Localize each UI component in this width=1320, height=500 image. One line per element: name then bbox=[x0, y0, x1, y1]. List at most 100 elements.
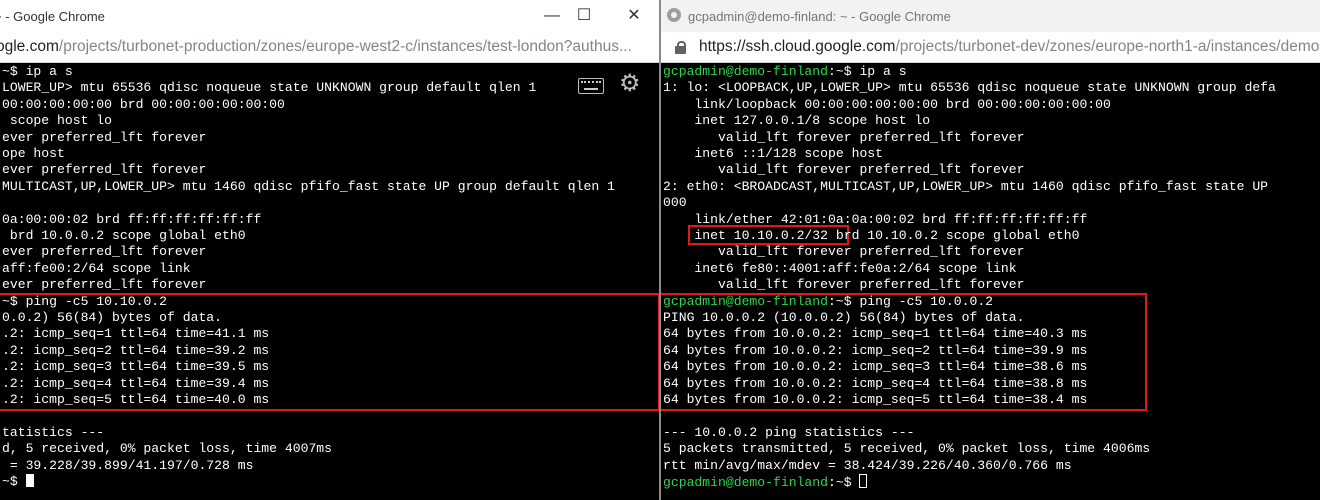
terminal-line-text: 64 bytes from 10.0.0.2: icmp_seq=5 ttl=6… bbox=[663, 392, 1088, 407]
terminal-line: ~$ ping -c5 10.10.0.2 bbox=[2, 294, 167, 310]
terminal-cursor bbox=[25, 474, 34, 487]
terminal-line-text: 64 bytes from 10.0.0.2: icmp_seq=2 ttl=6… bbox=[663, 342, 1088, 358]
terminal-line: .2: icmp_seq=3 ttl=64 time=39.5 ms bbox=[2, 359, 269, 375]
terminal-line: brd 10.0.0.2 scope global eth0 bbox=[2, 228, 246, 244]
terminal-line: ~$ ip a s bbox=[2, 64, 73, 80]
terminal-line: MULTICAST,UP,LOWER_UP> mtu 1460 qdisc pf… bbox=[2, 179, 615, 195]
left-url-path: /projects/turbonet-production/zones/euro… bbox=[58, 38, 632, 55]
terminal-line-text: ping -c5 10.0.0.2 bbox=[851, 293, 994, 309]
terminal-line: 64 bytes from 10.0.0.2: icmp_seq=5 ttl=6… bbox=[663, 392, 1087, 408]
terminal-line: 64 bytes from 10.0.0.2: icmp_seq=4 ttl=6… bbox=[663, 376, 1087, 392]
terminal-line-text: 64 bytes from 10.0.0.2: icmp_seq=1 ttl=6… bbox=[663, 326, 1088, 342]
right-url-path: /projects/turbonet-dev/zones/europe-nort… bbox=[895, 38, 1320, 55]
terminal-line: 00:00:00:00:00 brd 00:00:00:00:00:00 bbox=[2, 97, 285, 113]
close-button[interactable]: ✕ bbox=[621, 6, 647, 26]
terminal-line: = 39.228/39.899/41.197/0.728 ms bbox=[2, 457, 254, 474]
terminal-line-text: valid_lft forever preferred_lft forever bbox=[663, 129, 1025, 145]
terminal-line: .2: icmp_seq=5 ttl=64 time=40.0 ms bbox=[2, 392, 269, 408]
terminal-line: tatistics --- bbox=[2, 425, 104, 441]
terminal-line-text: .2: icmp_seq=1 ttl=64 time=41.1 ms bbox=[2, 326, 270, 342]
terminal-line-text: inet6 fe80::4001:aff:fe0a:2/64 scope lin… bbox=[663, 260, 1017, 276]
terminal-line-text: LOWER_UP> mtu 65536 qdisc noqueue state … bbox=[2, 80, 537, 96]
shell-prompt-suffix: :~$ bbox=[828, 475, 852, 490]
right-title-bar: gcpadmin@demo-finland: ~ - Google Chrome bbox=[661, 0, 1320, 32]
terminal-line: ~$ bbox=[2, 474, 34, 490]
right-window-title: gcpadmin@demo-finland: ~ - Google Chrome bbox=[688, 9, 951, 24]
terminal-line: gcpadmin@demo-finland:~$ bbox=[663, 474, 868, 490]
terminal-line: inet6 fe80::4001:aff:fe0a:2/64 scope lin… bbox=[663, 260, 1017, 277]
keyboard-icon[interactable] bbox=[578, 78, 604, 94]
terminal-line: .2: icmp_seq=1 ttl=64 time=41.1 ms bbox=[2, 326, 269, 342]
terminal-line-text: ever preferred_lft forever bbox=[2, 277, 207, 293]
terminal-line: scope host lo bbox=[2, 113, 112, 129]
lock-icon[interactable] bbox=[675, 41, 686, 54]
terminal-line-text: 00:00:00:00:00 brd 00:00:00:00:00:00 bbox=[2, 96, 285, 112]
left-window-title: ~ - Google Chrome bbox=[0, 9, 105, 24]
terminal-line-text: .2: icmp_seq=4 ttl=64 time=39.4 ms bbox=[2, 375, 270, 391]
terminal-line: ever preferred_lft forever bbox=[2, 162, 206, 178]
terminal-line: valid_lft forever preferred_lft forever bbox=[663, 130, 1024, 146]
cloud-shell-favicon-icon bbox=[667, 8, 681, 22]
terminal-line-text: inet 127.0.0.1/8 scope host lo bbox=[663, 113, 931, 129]
terminal-line-text: d, 5 received, 0% packet loss, time 4007… bbox=[2, 441, 333, 457]
terminal-line: aff:fe00:2/64 scope link bbox=[2, 261, 191, 277]
terminal-line: PING 10.0.0.2 (10.0.0.2) 56(84) bytes of… bbox=[663, 310, 1024, 326]
terminal-line: LOWER_UP> mtu 65536 qdisc noqueue state … bbox=[2, 80, 536, 96]
terminal-line: 2: eth0: <BROADCAST,MULTICAST,UP,LOWER_U… bbox=[663, 179, 1268, 195]
terminal-line-text: --- 10.0.0.2 ping statistics --- bbox=[663, 424, 915, 440]
terminal-line-text: ping -c5 10.10.0.2 bbox=[17, 293, 168, 309]
terminal-line: 000 bbox=[663, 195, 687, 211]
terminal-line: rtt min/avg/max/mdev = 38.424/39.226/40.… bbox=[663, 458, 1072, 474]
terminal-line-text: ip a s bbox=[17, 64, 73, 79]
terminal-line-text: brd 10.0.0.2 scope global eth0 bbox=[2, 228, 246, 243]
gear-icon[interactable]: ⚙ bbox=[619, 71, 645, 97]
terminal-line-text: valid_lft forever preferred_lft forever bbox=[663, 162, 1025, 178]
terminal-line-text: 64 bytes from 10.0.0.2: icmp_seq=4 ttl=6… bbox=[663, 375, 1088, 391]
terminal-line: ope host bbox=[2, 146, 65, 162]
right-url[interactable]: https://ssh.cloud.google.com/projects/tu… bbox=[699, 38, 1319, 56]
right-address-bar[interactable]: https://ssh.cloud.google.com/projects/tu… bbox=[661, 32, 1320, 63]
terminal-line: valid_lft forever preferred_lft forever bbox=[663, 244, 1024, 260]
terminal-line-text: MULTICAST,UP,LOWER_UP> mtu 1460 qdisc pf… bbox=[2, 178, 615, 194]
terminal-line: gcpadmin@demo-finland:~$ ip a s bbox=[663, 64, 907, 80]
terminal-line-text: rtt min/avg/max/mdev = 38.424/39.226/40.… bbox=[663, 457, 1072, 473]
terminal-line: 64 bytes from 10.0.0.2: icmp_seq=1 ttl=6… bbox=[663, 326, 1087, 342]
terminal-line-text: link/ether 42:01:0a:0a:00:02 brd ff:ff:f… bbox=[663, 211, 1088, 227]
minimize-button[interactable]: — bbox=[539, 6, 565, 26]
terminal-line: 64 bytes from 10.0.0.2: icmp_seq=2 ttl=6… bbox=[663, 343, 1087, 359]
left-url[interactable]: ogle.com/projects/turbonet-production/zo… bbox=[0, 38, 632, 56]
terminal-line: inet6 ::1/128 scope host bbox=[663, 146, 883, 162]
terminal-line-text: link/loopback 00:00:00:00:00:00 brd 00:0… bbox=[663, 96, 1111, 112]
right-terminal[interactable]: gcpadmin@demo-finland:~$ ip a s 1: lo: <L… bbox=[661, 63, 1320, 500]
terminal-line: link/ether 42:01:0a:0a:00:02 brd ff:ff:f… bbox=[663, 212, 1087, 228]
terminal-line-text: 0a:00:00:02 brd ff:ff:ff:ff:ff:ff bbox=[2, 211, 262, 227]
terminal-line-text: ever preferred_lft forever bbox=[2, 162, 207, 178]
terminal-line-text: 2: eth0: <BROADCAST,MULTICAST,UP,LOWER_U… bbox=[663, 178, 1269, 194]
terminal-line: valid_lft forever preferred_lft forever bbox=[663, 277, 1024, 293]
shell-prompt-suffix: :~$ bbox=[828, 64, 852, 79]
terminal-line-text: ever preferred_lft forever bbox=[2, 244, 207, 260]
terminal-line: 1: lo: <LOOPBACK,UP,LOWER_UP> mtu 65536 … bbox=[663, 80, 1276, 96]
terminal-line: ever preferred_lft forever bbox=[2, 244, 206, 260]
terminal-line: .2: icmp_seq=2 ttl=64 time=39.2 ms bbox=[2, 343, 269, 359]
terminal-line-text: = 39.228/39.899/41.197/0.728 ms bbox=[2, 457, 254, 473]
shell-prompt-suffix: :~$ bbox=[828, 293, 852, 309]
terminal-line-text: valid_lft forever preferred_lft forever bbox=[663, 244, 1025, 260]
terminal-line-text bbox=[18, 474, 26, 489]
left-address-bar[interactable]: ogle.com/projects/turbonet-production/zo… bbox=[0, 32, 659, 63]
terminal-line-text: ever preferred_lft forever bbox=[2, 129, 207, 145]
terminal-line-text: aff:fe00:2/64 scope link bbox=[2, 260, 191, 276]
shell-prompt: gcpadmin@demo-finland bbox=[663, 64, 829, 79]
terminal-line: inet 127.0.0.1/8 scope host lo bbox=[663, 113, 930, 129]
shell-prompt: ~$ bbox=[2, 474, 18, 489]
terminal-line-text: inet6 ::1/128 scope host bbox=[663, 146, 884, 161]
terminal-line-text: tatistics --- bbox=[2, 424, 105, 440]
shell-prompt: gcpadmin@demo-finland bbox=[663, 293, 829, 309]
terminal-line: d, 5 received, 0% packet loss, time 4007… bbox=[2, 441, 332, 457]
maximize-button[interactable]: ☐ bbox=[571, 6, 597, 26]
left-terminal[interactable]: ⚙ ~$ ip a s LOWER_UP> mtu 65536 qdisc noq… bbox=[0, 63, 659, 500]
terminal-line-text: .2: icmp_seq=5 ttl=64 time=40.0 ms bbox=[2, 392, 270, 407]
terminal-line-text: 5 packets transmitted, 5 received, 0% pa… bbox=[663, 441, 1151, 457]
terminal-line-text: valid_lft forever preferred_lft forever bbox=[663, 277, 1025, 293]
terminal-line: 0a:00:00:02 brd ff:ff:ff:ff:ff:ff bbox=[2, 212, 261, 228]
